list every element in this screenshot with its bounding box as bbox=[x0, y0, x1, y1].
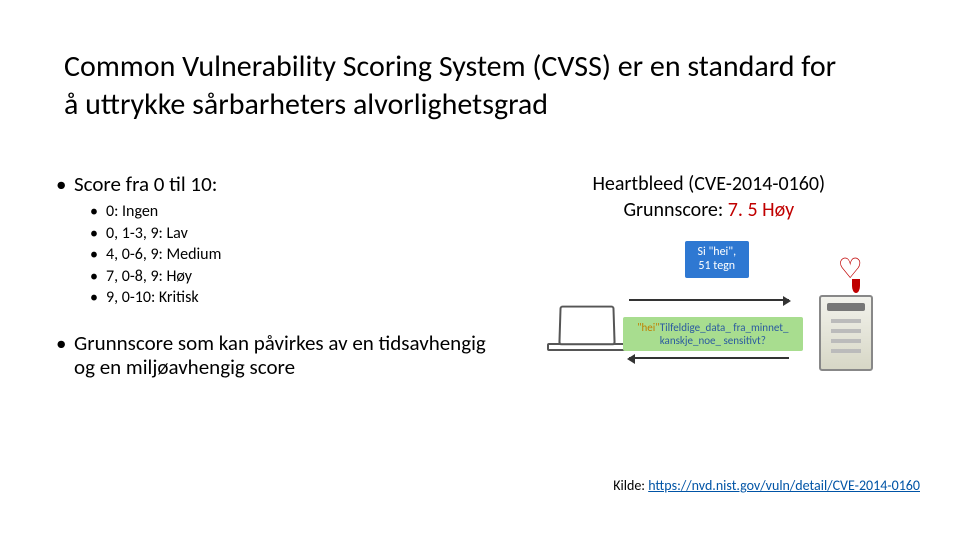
source-citation: Kilde: https://nvd.nist.gov/vuln/detail/… bbox=[613, 477, 920, 494]
request-arrow-icon bbox=[629, 299, 789, 301]
score-item: 7, 0-8, 9: Høy bbox=[106, 266, 502, 288]
right-column: Heartbleed (CVE-2014-0160) Grunnscore: 7… bbox=[522, 171, 896, 387]
response-hei: "hei" bbox=[637, 321, 660, 334]
heartbleed-score-value: 7. 5 Høy bbox=[728, 198, 794, 222]
heartbleed-title: Heartbleed (CVE-2014-0160) Grunnscore: 7… bbox=[592, 171, 825, 223]
response-bubble: "hei"Tilfeldige_data_ fra_minnet_ kanskj… bbox=[623, 317, 803, 351]
slide: Common Vulnerability Scoring System (CVS… bbox=[0, 0, 960, 387]
heartbleed-diagram: ♡ Si "hei", 51 tegn "hei"Tilfeldige_data… bbox=[539, 237, 879, 387]
score-heading: Score fra 0 til 10: bbox=[64, 171, 502, 197]
heartbleed-cve: Heartbleed (CVE-2014-0160) bbox=[592, 172, 825, 196]
slide-title: Common Vulnerability Scoring System (CVS… bbox=[64, 48, 844, 123]
source-link[interactable]: https://nvd.nist.gov/vuln/detail/CVE-201… bbox=[648, 477, 920, 494]
response-leak: Tilfeldige_data_ fra_minnet_ kanskje_noe… bbox=[660, 321, 789, 347]
server-icon bbox=[819, 295, 873, 371]
left-column: Score fra 0 til 10: 0: Ingen 0, 1-3, 9: … bbox=[64, 171, 522, 387]
response-arrow-icon bbox=[629, 357, 789, 359]
heartbleed-drop-icon bbox=[852, 279, 860, 293]
laptop-icon bbox=[547, 305, 627, 357]
heartbleed-score-label: Grunnscore: bbox=[623, 198, 723, 222]
score-item: 4, 0-6, 9: Medium bbox=[106, 244, 502, 266]
source-label: Kilde: bbox=[613, 477, 648, 494]
grunnscore-text: Grunnscore som kan påvirkes av en tidsav… bbox=[64, 331, 494, 379]
request-bubble: Si "hei", 51 tegn bbox=[685, 241, 749, 278]
score-list: 0: Ingen 0, 1-3, 9: Lav 4, 0-6, 9: Mediu… bbox=[64, 201, 502, 309]
content-row: Score fra 0 til 10: 0: Ingen 0, 1-3, 9: … bbox=[64, 171, 896, 387]
score-item: 9, 0-10: Kritisk bbox=[106, 287, 502, 309]
score-item: 0: Ingen bbox=[106, 201, 502, 223]
score-item: 0, 1-3, 9: Lav bbox=[106, 223, 502, 245]
